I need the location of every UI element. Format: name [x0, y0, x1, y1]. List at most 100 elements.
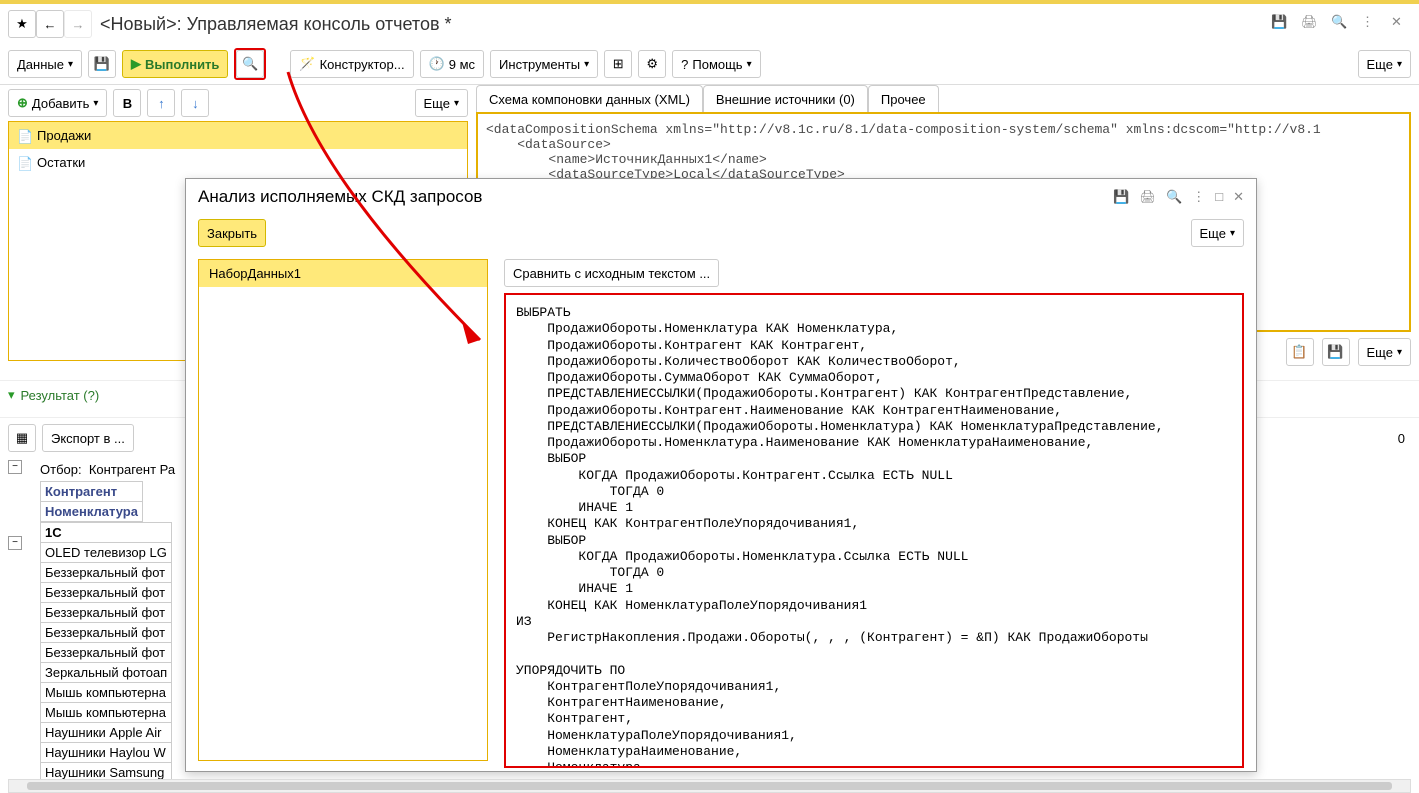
right-more-button[interactable]: Еще: [1358, 338, 1411, 366]
table-view-button[interactable]: ▦: [8, 424, 36, 452]
add-button[interactable]: ⊕ Добавить: [8, 89, 107, 117]
tab-other[interactable]: Прочее: [868, 85, 939, 113]
dataset-list: НаборДанных1: [198, 259, 488, 761]
dialog-header-icons: 💾 🖨 🔍 ⋮ □ ✕: [1113, 189, 1244, 205]
dialog-close-button[interactable]: Закрыть: [198, 219, 266, 247]
col-header-2: Номенклатура: [41, 502, 143, 522]
report-cell: Мышь компьютерна: [41, 703, 172, 723]
dialog-body: НаборДанных1 Сравнить с исходным текстом…: [186, 251, 1256, 776]
move-up-button[interactable]: ↑: [147, 89, 175, 117]
preview-icon[interactable]: 🔍: [1331, 14, 1351, 34]
home-button[interactable]: ★: [8, 10, 36, 38]
window-header: ★ ← → <Новый>: Управляемая консоль отчет…: [0, 0, 1419, 44]
tab-schema[interactable]: Схема компоновки данных (XML): [476, 85, 703, 113]
analysis-dialog: Анализ исполняемых СКД запросов 💾 🖨 🔍 ⋮ …: [185, 178, 1257, 772]
tab-external[interactable]: Внешние источники (0): [703, 85, 868, 113]
question-icon: ?: [681, 57, 688, 72]
analyze-button[interactable]: 🔍: [236, 50, 264, 78]
kebab-icon[interactable]: ⋮: [1361, 14, 1381, 34]
maximize-icon[interactable]: □: [1215, 189, 1223, 205]
main-toolbar: Данные 💾 ▶ Выполнить 🔍 🪄 Конструктор... …: [0, 44, 1419, 85]
settings-button[interactable]: ⚙: [638, 50, 666, 78]
report-icon: 📄: [17, 129, 31, 143]
tools-button[interactable]: Инструменты: [490, 50, 598, 78]
magnify-icon: 🔍: [242, 56, 258, 72]
execute-button[interactable]: ▶ Выполнить: [122, 50, 228, 78]
report-icon: 📄: [17, 156, 31, 170]
chevron-down-icon[interactable]: ▾: [8, 387, 15, 403]
arrow-up-icon: ↑: [158, 96, 165, 111]
save-button[interactable]: 💾: [88, 50, 116, 78]
grid-slash-icon: ▦: [16, 430, 28, 446]
report-cell: Мышь компьютерна: [41, 683, 172, 703]
forward-button[interactable]: →: [64, 10, 92, 38]
paste-button[interactable]: 📋: [1286, 338, 1314, 366]
analyze-highlight: 🔍: [234, 48, 266, 80]
result-count: 0: [1398, 431, 1411, 446]
filter-prefix: Отбор:: [40, 462, 82, 477]
report-cell: Беззеркальный фот: [41, 603, 172, 623]
disk-icon: 💾: [1327, 344, 1343, 360]
kebab-icon[interactable]: ⋮: [1192, 189, 1205, 205]
print-icon[interactable]: 🖨: [1140, 189, 1157, 205]
help-button[interactable]: ? Помощь: [672, 50, 760, 78]
preview-icon[interactable]: 🔍: [1166, 189, 1182, 205]
dialog-left-panel: НаборДанных1: [198, 259, 488, 768]
gear-icon: ⚙: [646, 56, 658, 72]
source-item[interactable]: 📄Продажи: [9, 122, 467, 149]
move-down-button[interactable]: ↓: [181, 89, 209, 117]
arrow-left-icon: ←: [44, 17, 57, 32]
dialog-toolbar: Закрыть Еще: [186, 215, 1256, 251]
dataset-item[interactable]: НаборДанных1: [199, 260, 487, 287]
constructor-button[interactable]: 🪄 Конструктор...: [290, 50, 413, 78]
report-cell: Зеркальный фотоап: [41, 663, 172, 683]
horizontal-scrollbar[interactable]: [8, 779, 1411, 793]
bold-button[interactable]: B: [113, 89, 141, 117]
save-icon[interactable]: 💾: [1271, 14, 1291, 34]
tabs: Схема компоновки данных (XML) Внешние ис…: [476, 85, 1411, 113]
filter-value: Контрагент Ра: [89, 462, 175, 477]
more-button[interactable]: Еще: [1358, 50, 1411, 78]
sql-text[interactable]: ВЫБРАТЬ ПродажиОбороты.Номенклатура КАК …: [504, 293, 1244, 768]
tree-toggle-2[interactable]: −: [8, 536, 22, 550]
report-cell: Наушники Apple Air: [41, 723, 172, 743]
clock-icon: 🕐: [429, 56, 445, 72]
tree-icon: ⊞: [613, 56, 624, 72]
time-button[interactable]: 🕐 9 мс: [420, 50, 484, 78]
back-button[interactable]: ←: [36, 10, 64, 38]
dialog-right-panel: Сравнить с исходным текстом ... ВЫБРАТЬ …: [504, 259, 1244, 768]
source-item[interactable]: 📄Остатки: [9, 149, 467, 176]
print-icon[interactable]: 🖨: [1301, 14, 1321, 34]
dialog-title: Анализ исполняемых СКД запросов: [198, 187, 1113, 207]
report-cell: OLED телевизор LG: [41, 543, 172, 563]
close-icon[interactable]: ✕: [1391, 14, 1411, 34]
report-table: Контрагент Номенклатура: [40, 481, 143, 522]
report-cell: Беззеркальный фот: [41, 563, 172, 583]
wand-icon: 🪄: [299, 56, 315, 72]
arrow-down-icon: ↓: [192, 96, 199, 111]
export-button[interactable]: Экспорт в ...: [42, 424, 134, 452]
result-label: Результат (?): [21, 388, 100, 403]
report-cell: Беззеркальный фот: [41, 623, 172, 643]
tree-toggle-1[interactable]: −: [8, 460, 22, 474]
report-cell: Беззеркальный фот: [41, 583, 172, 603]
save2-button[interactable]: 💾: [1322, 338, 1350, 366]
paste-icon: 📋: [1291, 344, 1307, 360]
col-header-1: Контрагент: [41, 482, 143, 502]
dialog-header: Анализ исполняемых СКД запросов 💾 🖨 🔍 ⋮ …: [186, 179, 1256, 215]
data-button[interactable]: Данные: [8, 50, 82, 78]
dialog-more-button[interactable]: Еще: [1191, 219, 1244, 247]
close-icon[interactable]: ✕: [1233, 189, 1244, 205]
play-icon: ▶: [131, 56, 141, 72]
window-title: <Новый>: Управляемая консоль отчетов *: [100, 14, 1271, 35]
category-cell: 1С: [41, 523, 172, 543]
structure-button[interactable]: ⊞: [604, 50, 632, 78]
star-icon: ★: [14, 16, 30, 32]
bold-icon: B: [123, 96, 132, 111]
compare-button[interactable]: Сравнить с исходным текстом ...: [504, 259, 719, 287]
report-data-table: 1С OLED телевизор LGБеззеркальный фотБез…: [40, 522, 172, 783]
disk-icon: 💾: [94, 56, 110, 72]
left-more-button[interactable]: Еще: [415, 89, 468, 117]
save-icon[interactable]: 💾: [1113, 189, 1129, 205]
arrow-right-icon: →: [72, 17, 85, 32]
